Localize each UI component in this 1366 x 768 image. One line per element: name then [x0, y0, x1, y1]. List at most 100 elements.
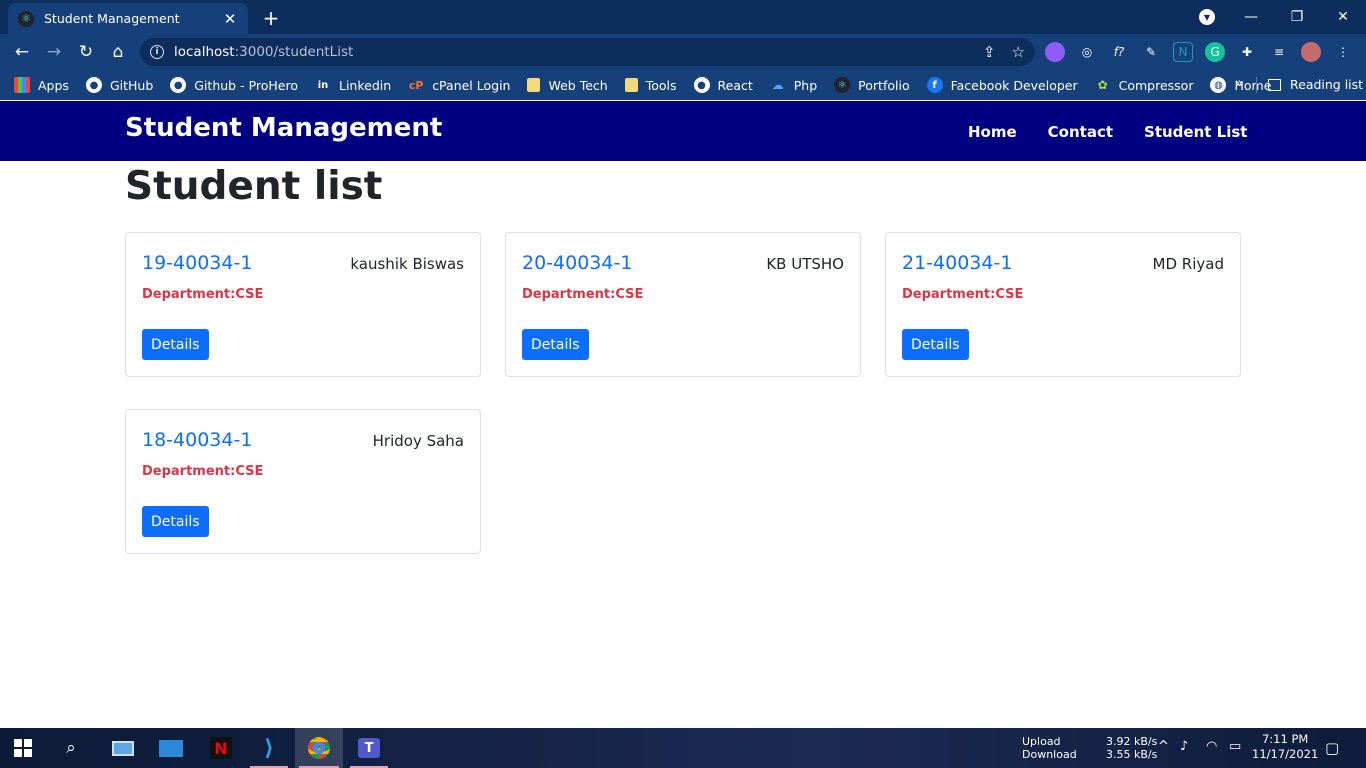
- media-queue-icon[interactable]: ≡: [1269, 42, 1289, 62]
- share-icon[interactable]: ⇪: [983, 43, 996, 61]
- remote-desktop-icon: [112, 740, 134, 756]
- notifications-icon[interactable]: ▢: [1325, 739, 1339, 757]
- folder-icon: [624, 78, 638, 92]
- linkedin-icon: in: [317, 79, 329, 91]
- taskbar-app-mail[interactable]: [148, 728, 194, 768]
- bookmark-label: Compressor: [1118, 77, 1194, 93]
- bookmark-label: Apps: [38, 77, 69, 93]
- student-id-link[interactable]: 21-40034-1: [902, 252, 1012, 274]
- student-id-link[interactable]: 19-40034-1: [142, 252, 252, 274]
- details-button[interactable]: Details: [142, 506, 209, 537]
- details-button[interactable]: Details: [902, 329, 969, 360]
- menu-kebab-icon[interactable]: ⋮: [1333, 42, 1353, 62]
- forward-icon[interactable]: →: [42, 41, 66, 63]
- facebook-icon: f: [926, 77, 943, 93]
- close-tab-icon[interactable]: ✕: [222, 10, 238, 28]
- bookmark-portfolio[interactable]: ⚛ Portfolio: [834, 77, 910, 93]
- bookmarks-divider: [1256, 77, 1257, 93]
- taskbar-app-teams[interactable]: T: [346, 728, 392, 768]
- nav-home-link[interactable]: Home: [968, 123, 1017, 141]
- new-tab-icon[interactable]: +: [260, 6, 282, 30]
- reading-list-button[interactable]: Reading list: [1268, 77, 1363, 92]
- window-controls: — ❐ ✕: [1228, 0, 1366, 34]
- github-icon: ●: [85, 77, 102, 93]
- extension-circle-icon[interactable]: ◎: [1077, 42, 1097, 62]
- bookmark-tools[interactable]: Tools: [624, 78, 677, 93]
- student-id-link[interactable]: 20-40034-1: [522, 252, 632, 274]
- download-label: Download: [1022, 748, 1077, 761]
- system-clock[interactable]: 7:11 PM 11/17/2021: [1252, 732, 1318, 762]
- clock-time: 7:11 PM: [1261, 732, 1309, 746]
- student-department: Department:CSE: [142, 464, 264, 479]
- wifi-icon[interactable]: ◠: [1206, 739, 1217, 754]
- address-bar[interactable]: i localhost:3000/studentList ⇪ ☆: [140, 38, 1035, 66]
- extensions-puzzle-icon[interactable]: ✚: [1237, 42, 1257, 62]
- bookmark-label: Facebook Developer: [950, 77, 1078, 93]
- battery-icon[interactable]: ▭: [1229, 739, 1241, 754]
- extension-fx-icon[interactable]: f?: [1109, 42, 1129, 62]
- restore-icon[interactable]: ❐: [1274, 9, 1320, 25]
- taskbar-app-vscode[interactable]: ⟩: [246, 728, 292, 768]
- student-department: Department:CSE: [142, 287, 264, 302]
- react-icon: ⚛: [834, 77, 851, 93]
- teams-icon: T: [358, 738, 380, 758]
- bookmark-star-icon[interactable]: ☆: [1012, 43, 1025, 61]
- bookmark-label: Github - ProHero: [194, 77, 298, 93]
- tray-expand-icon[interactable]: ^: [1158, 739, 1169, 754]
- bookmark-facebook-developer[interactable]: f Facebook Developer: [926, 77, 1078, 93]
- bookmark-label: Php: [793, 77, 818, 93]
- bookmark-github[interactable]: ● GitHub: [85, 77, 154, 93]
- extension-purple-icon[interactable]: [1045, 42, 1065, 62]
- bookmark-label: Linkedin: [339, 77, 392, 93]
- taskbar-app-rdp[interactable]: [100, 728, 146, 768]
- extension-picker-icon[interactable]: ✎: [1141, 42, 1161, 62]
- bookmark-cpanel[interactable]: cP cPanel Login: [408, 77, 511, 93]
- app-navbar: Student Management Home Contact Student …: [0, 101, 1366, 161]
- nav-links: Home Contact Student List: [968, 123, 1278, 141]
- bookmark-apps[interactable]: Apps: [14, 77, 69, 93]
- close-window-icon[interactable]: ✕: [1320, 9, 1366, 25]
- info-icon[interactable]: i: [150, 45, 164, 59]
- apps-grid-icon: [14, 77, 30, 93]
- vscode-icon: ⟩: [263, 735, 275, 761]
- bookmark-web-tech[interactable]: Web Tech: [527, 77, 608, 93]
- details-button[interactable]: Details: [522, 329, 589, 360]
- extension-n-icon[interactable]: N: [1173, 42, 1193, 62]
- student-id-link[interactable]: 18-40034-1: [142, 429, 252, 451]
- netflix-icon: N: [210, 737, 232, 759]
- bookmarks-overflow-icon[interactable]: »: [1235, 76, 1243, 91]
- bookmark-compressor[interactable]: ✿ Compressor: [1095, 77, 1194, 93]
- start-button[interactable]: [0, 728, 46, 768]
- bookmark-label: GitHub: [109, 77, 154, 93]
- brand-title[interactable]: Student Management: [125, 113, 442, 143]
- bookmark-label: Portfolio: [858, 77, 910, 93]
- nav-student-list-link[interactable]: Student List: [1144, 123, 1247, 141]
- extensions-area: ◎ f? ✎ N G ✚ ≡ ⋮: [1045, 42, 1353, 62]
- browser-tab[interactable]: ⚛ Student Management ✕: [8, 3, 248, 34]
- minimize-icon[interactable]: —: [1228, 9, 1274, 25]
- bookmark-php[interactable]: ☁ Php: [770, 77, 817, 93]
- taskbar-app-netflix[interactable]: N: [198, 728, 244, 768]
- net-speed-values: 3.92 kB/s 3.55 kB/s: [1106, 735, 1157, 761]
- details-button[interactable]: Details: [142, 329, 209, 360]
- bookmark-github-prohero[interactable]: ● Github - ProHero: [170, 77, 298, 93]
- taskbar-app-chrome[interactable]: [295, 728, 343, 768]
- net-speed-labels: Upload Download: [1022, 735, 1077, 761]
- bookmark-label: Web Tech: [548, 77, 608, 93]
- profile-avatar[interactable]: [1301, 42, 1321, 62]
- back-icon[interactable]: ←: [10, 41, 34, 63]
- volume-icon[interactable]: ♪: [1180, 739, 1188, 754]
- windows-logo-icon: [14, 739, 32, 757]
- mail-icon: [159, 739, 183, 757]
- bookmark-linkedin[interactable]: in Linkedin: [315, 77, 391, 93]
- home-icon[interactable]: ⌂: [106, 41, 130, 63]
- url-path: :3000/studentList: [234, 44, 354, 60]
- grammarly-icon[interactable]: G: [1205, 42, 1225, 62]
- github-icon: ●: [693, 77, 710, 93]
- search-icon[interactable]: ⌕: [48, 728, 94, 768]
- nav-contact-link[interactable]: Contact: [1048, 123, 1113, 141]
- student-card: 20-40034-1 KB UTSHO Department:CSE Detai…: [505, 232, 861, 377]
- tab-search-icon[interactable]: ▼: [1199, 9, 1215, 25]
- reload-icon[interactable]: ↻: [74, 41, 98, 63]
- bookmark-react[interactable]: ● React: [693, 77, 753, 93]
